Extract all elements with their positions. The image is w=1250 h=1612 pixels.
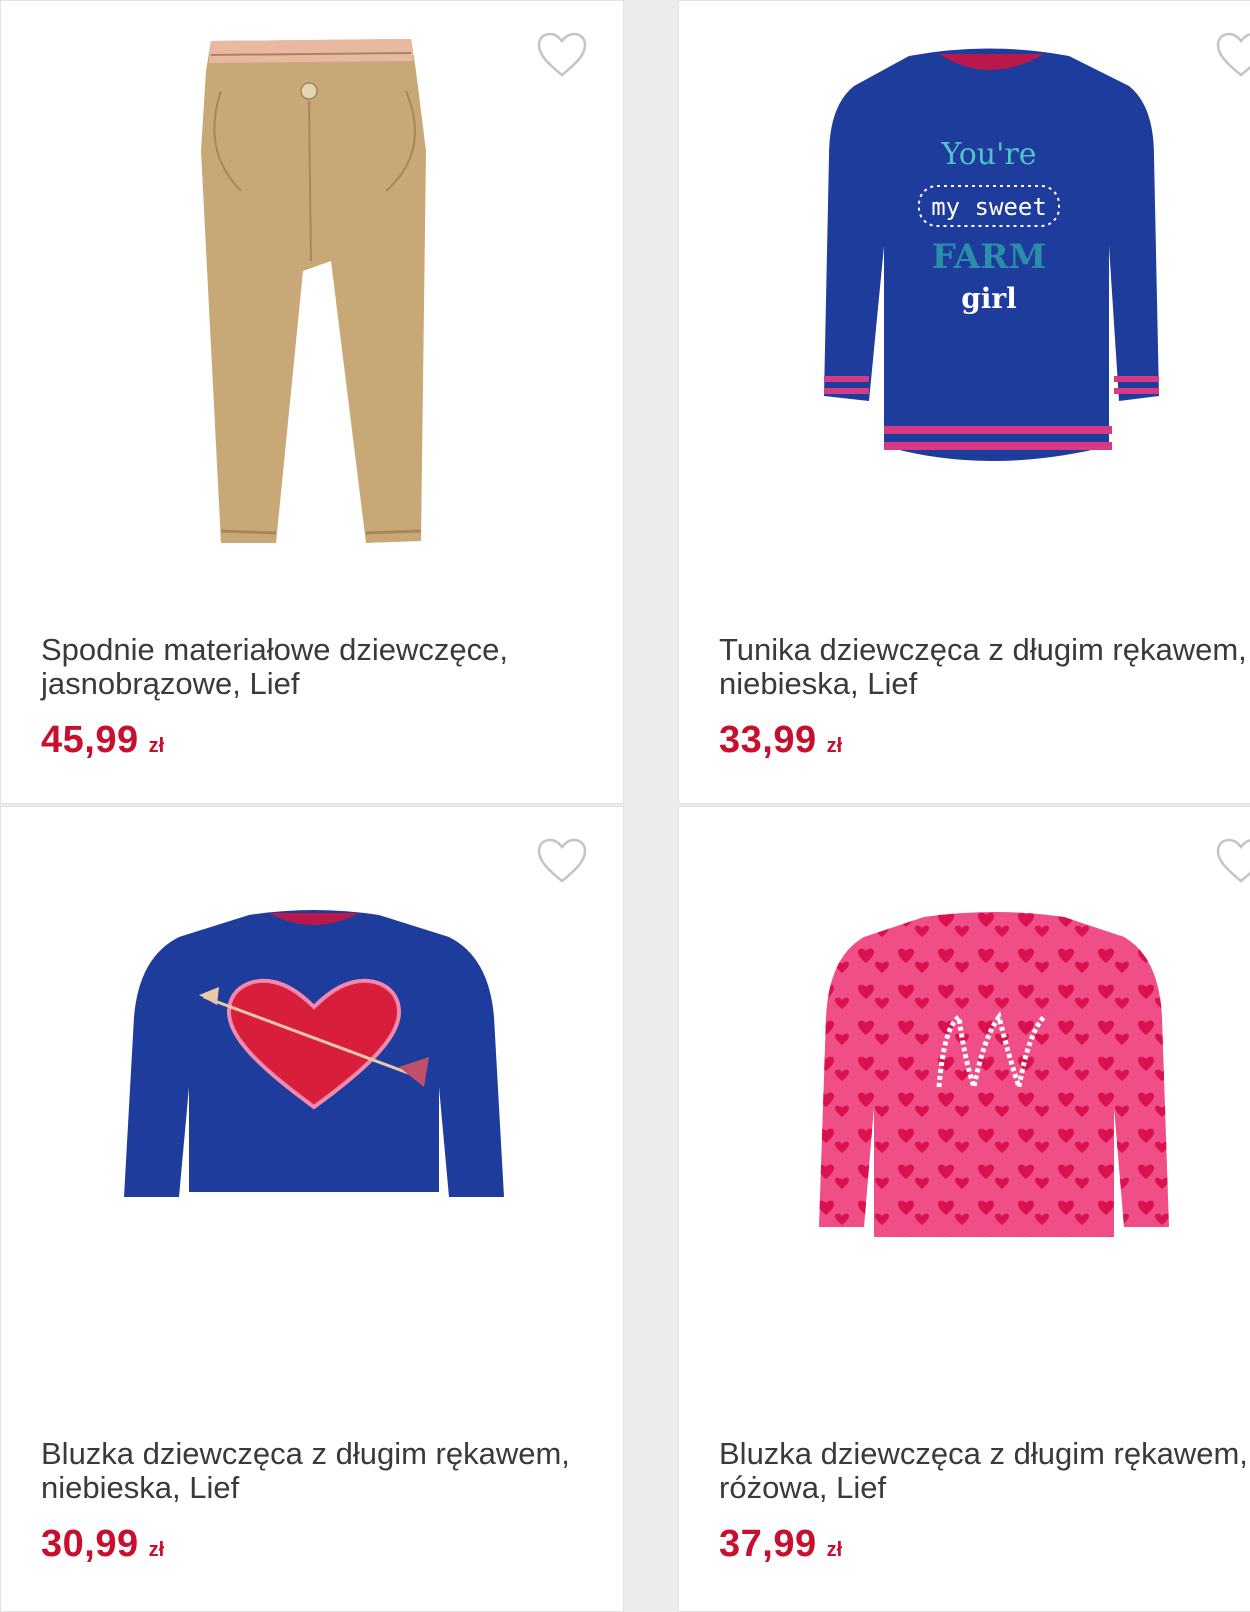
product-price: 45,99 zł <box>41 719 164 762</box>
favorite-heart-icon[interactable] <box>536 31 588 79</box>
print-line-1: You're <box>941 137 1037 172</box>
product-title[interactable]: Bluzka dziewczęca z długim rękawem, różo… <box>719 1437 1250 1505</box>
product-image-pink-hearts-sweater[interactable] <box>814 907 1174 1247</box>
favorite-heart-icon[interactable] <box>1215 31 1250 79</box>
product-image-blue-tunic[interactable]: You're my sweet FARM girl <box>809 46 1169 486</box>
price-amount: 37,99 <box>719 1523 817 1565</box>
price-currency: zł <box>826 1539 843 1561</box>
price-amount: 45,99 <box>41 719 139 761</box>
product-card[interactable]: Bluzka dziewczęca z długim rękawem, różo… <box>678 806 1250 1612</box>
price-currency: zł <box>148 1539 165 1561</box>
print-line-2: my sweet <box>931 193 1047 221</box>
price-amount: 30,99 <box>41 1523 139 1565</box>
price-amount: 33,99 <box>719 719 817 761</box>
price-currency: zł <box>826 735 843 757</box>
price-currency: zł <box>148 735 165 757</box>
product-card[interactable]: Bluzka dziewczęca z długim rękawem, nieb… <box>0 806 624 1612</box>
product-title[interactable]: Bluzka dziewczęca z długim rękawem, nieb… <box>41 1437 581 1505</box>
product-price: 30,99 zł <box>41 1523 164 1566</box>
print-line-3: FARM <box>932 237 1046 277</box>
print-line-4: girl <box>961 282 1017 315</box>
favorite-heart-icon[interactable] <box>536 837 588 885</box>
product-price: 37,99 zł <box>719 1523 842 1566</box>
favorite-heart-icon[interactable] <box>1215 837 1250 885</box>
product-title[interactable]: Tunika dziewczęca z długim rękawem, nieb… <box>719 633 1250 701</box>
product-card[interactable]: You're my sweet FARM girl Tunika dziewcz… <box>678 0 1250 804</box>
product-card[interactable]: Spodnie materiałowe dziewczęce, jasnobrą… <box>0 0 624 804</box>
product-image-beige-pants[interactable] <box>181 31 451 571</box>
product-price: 33,99 zł <box>719 719 842 762</box>
product-image-blue-heart-sweater[interactable] <box>119 907 509 1207</box>
product-title[interactable]: Spodnie materiałowe dziewczęce, jasnobrą… <box>41 633 581 701</box>
